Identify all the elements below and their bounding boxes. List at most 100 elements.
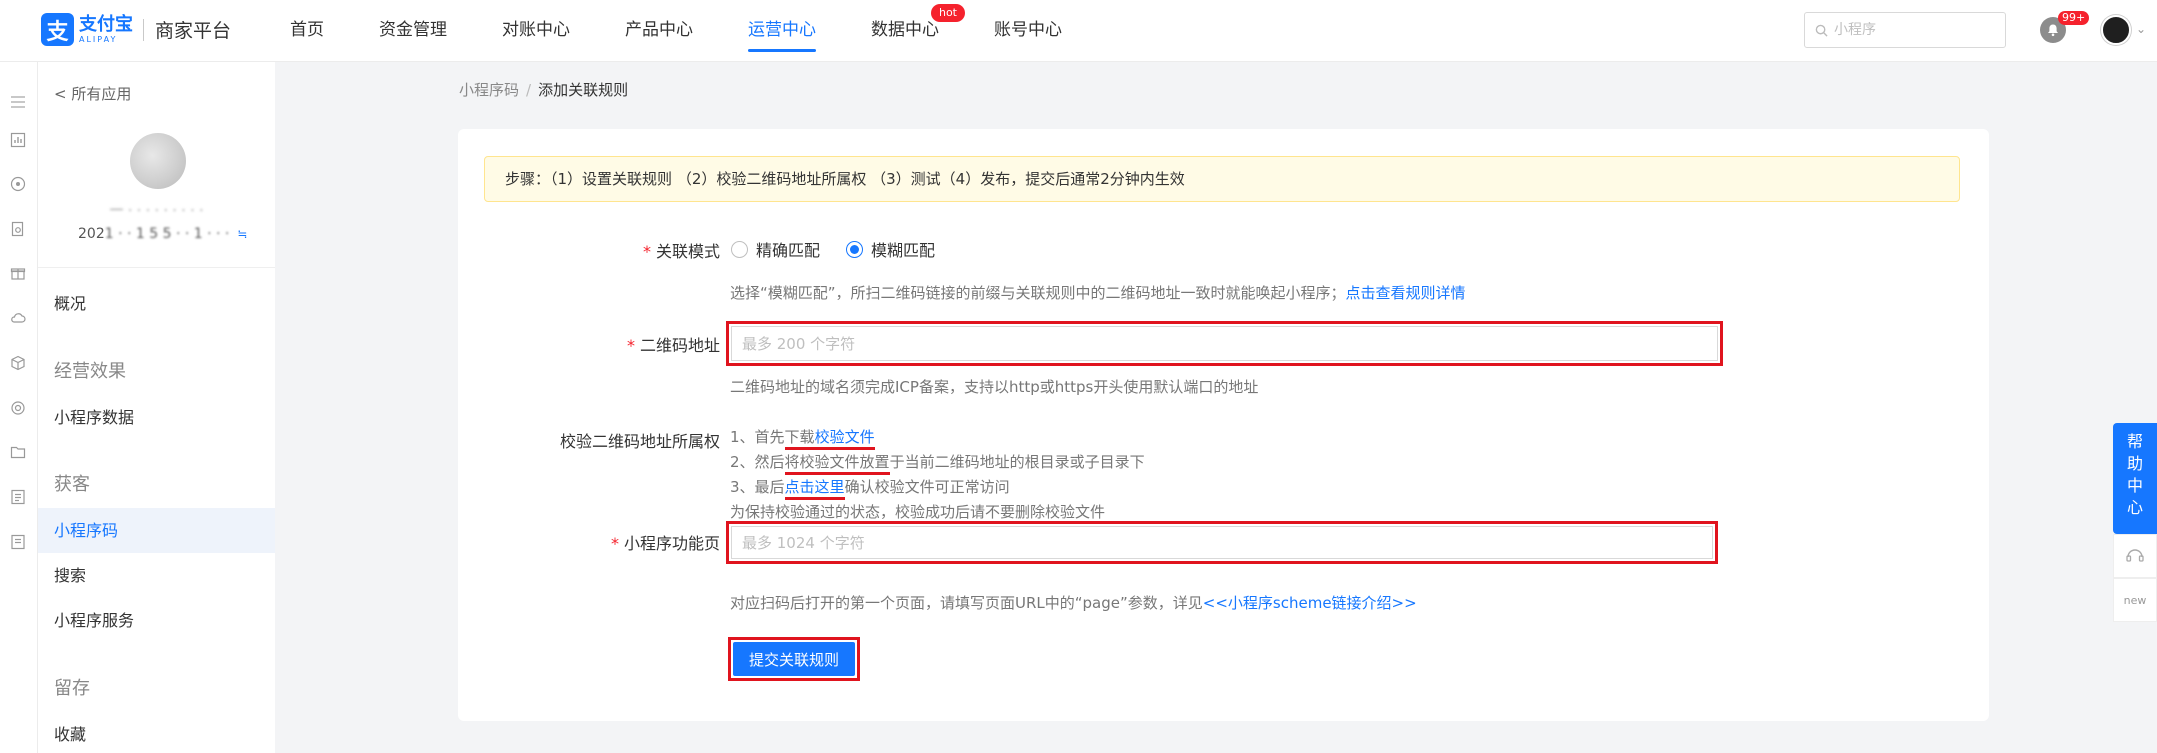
app-id: 2021 · · 1 5 5 · · 1 · · · ≒ [78, 226, 247, 242]
radio-exact-label[interactable]: 精确匹配 [756, 237, 820, 261]
verify-label: 校验二维码地址所属权 [559, 432, 720, 451]
sidebar-group-retention: 留存 [54, 678, 90, 699]
help-center-button[interactable]: 帮 助 中 心 [2113, 423, 2157, 534]
cube-icon[interactable] [10, 355, 26, 371]
radio-fuzzy-label[interactable]: 模糊匹配 [871, 237, 935, 261]
page-url-highlight [726, 521, 1718, 564]
nav-item-products[interactable]: 产品中心 [625, 0, 693, 62]
verify-steps: 1、首先下载校验文件 2、然后将校验文件放置于当前二维码地址的根目录或子目录下 … [730, 425, 1145, 525]
logo-name-cn: 支付宝 [79, 13, 133, 35]
nav-item-home[interactable]: 首页 [290, 0, 324, 62]
top-search-input[interactable] [1834, 22, 1994, 38]
chart-icon[interactable] [10, 132, 26, 148]
rule-details-link[interactable]: 点击查看规则详情 [1346, 284, 1466, 302]
nav-item-data-label: 数据中心 [871, 20, 939, 40]
mode-label-text: 关联模式 [655, 242, 720, 261]
radio-exact-match[interactable] [731, 240, 748, 258]
submit-highlight: 提交关联规则 [728, 637, 861, 681]
page-url-input[interactable] [731, 526, 1713, 559]
qr-url-input[interactable] [731, 326, 1718, 361]
sidebar-item-favorites[interactable]: 收藏 [38, 712, 275, 753]
app-name: 一 · · · · · · · · · [109, 203, 204, 219]
nav-item-funds[interactable]: 资金管理 [379, 0, 447, 62]
verify-step-1-pre: 1、首先 [730, 428, 785, 446]
sidebar-group-performance: 经营效果 [54, 361, 126, 382]
gift-icon[interactable] [10, 265, 26, 281]
nav-item-operations[interactable]: 运营中心 [748, 0, 816, 62]
click-here-link[interactable]: 点击这里 [784, 478, 845, 500]
required-mark: * [626, 336, 635, 355]
mode-help-text: 选择“模糊匹配”，所扫二维码链接的前缀与关联规则中的二维码地址一致时就能唤起小程… [730, 284, 1346, 302]
cloud-icon[interactable] [10, 310, 26, 326]
list-icon[interactable] [10, 489, 26, 505]
mode-help: 选择“模糊匹配”，所扫二维码链接的前缀与关联规则中的二维码地址一致时就能唤起小程… [730, 282, 1466, 303]
qr-url-highlight [726, 321, 1723, 366]
whats-new-button[interactable]: new [2113, 578, 2157, 622]
target-icon[interactable] [10, 400, 26, 416]
mode-radio-group: 精确匹配 模糊匹配 [731, 237, 961, 261]
menu-icon[interactable] [10, 94, 26, 110]
help-char: 心 [2126, 498, 2143, 517]
required-mark: * [642, 242, 651, 261]
download-text: 下载 [784, 428, 815, 446]
page-label: * 小程序功能页 [458, 530, 720, 554]
sidebar-item-miniapp-service[interactable]: 小程序服务 [38, 598, 275, 643]
verify-file-link[interactable]: 校验文件 [815, 428, 875, 446]
verify-step-2: 2、然后将校验文件放置于当前二维码地址的根目录或子目录下 [730, 450, 1145, 475]
page-label-text: 小程序功能页 [623, 534, 720, 553]
app-avatar [130, 133, 186, 189]
sidebar-group-acquisition: 获客 [54, 474, 90, 495]
qr-url-label: * 二维码地址 [458, 332, 720, 356]
verify-step-3: 3、最后点击这里确认校验文件可正常访问 [730, 475, 1145, 500]
sidebar: < 所有应用 一 · · · · · · · · · 2021 · · 1 5 … [38, 62, 275, 753]
scheme-intro-link[interactable]: <<小程序scheme链接介绍>> [1203, 594, 1417, 612]
breadcrumb-parent[interactable]: 小程序码 [459, 81, 519, 99]
sidebar-item-search[interactable]: 搜索 [38, 553, 275, 598]
verify-step-3-post: 确认校验文件可正常访问 [844, 478, 1010, 496]
qr-url-label-text: 二维码地址 [639, 336, 720, 355]
qr-url-help: 二维码地址的域名须完成ICP备案，支持以http或https开头使用默认端口的地… [730, 378, 1259, 396]
user-avatar[interactable] [2101, 15, 2131, 45]
breadcrumb-current: 添加关联规则 [538, 81, 629, 99]
radio-fuzzy-match[interactable] [846, 240, 864, 258]
alipay-logo-icon: 支 [41, 13, 74, 46]
notes-icon[interactable] [10, 534, 26, 550]
required-mark: * [610, 534, 619, 553]
page-help: 对应扫码后打开的第一个页面，请填写页面URL中的“page”参数，详见<<小程序… [730, 592, 1417, 613]
verify-step-1: 1、首先下载校验文件 [730, 425, 1145, 450]
main-nav: 首页 资金管理 对账中心 产品中心 运营中心 数据中心 hot 账号中心 [290, 0, 1117, 62]
help-char: 助 [2126, 454, 2143, 473]
app-id-prefix: 202 [78, 226, 105, 242]
form-card: 步骤：（1）设置关联规则 （2）校验二维码地址所属权 （3）测试（4）发布，提交… [458, 129, 1989, 721]
new-icon: new [2123, 593, 2147, 607]
sidebar-item-miniapp-data[interactable]: 小程序数据 [38, 395, 275, 440]
download-verify-file-link[interactable]: 下载校验文件 [784, 428, 875, 450]
compass-icon[interactable] [10, 176, 26, 192]
nav-item-account[interactable]: 账号中心 [994, 0, 1062, 62]
folder-icon[interactable] [10, 444, 26, 460]
verify-step-2-pre: 2、然后 [730, 453, 785, 471]
submit-rule-button[interactable]: 提交关联规则 [733, 642, 856, 676]
customer-service-icon[interactable] [2113, 534, 2157, 578]
verify-step-2-highlight: 将校验文件放置 [784, 453, 890, 475]
copy-icon[interactable]: ≒ [237, 227, 247, 241]
hot-badge: hot [930, 4, 965, 22]
sidebar-item-overview[interactable]: 概况 [38, 281, 275, 326]
page-help-text: 对应扫码后打开的第一个页面，请填写页面URL中的“page”参数，详见 [730, 594, 1203, 612]
steps-alert: 步骤：（1）设置关联规则 （2）校验二维码地址所属权 （3）测试（4）发布，提交… [484, 156, 1960, 202]
verify-step-2-post: 于当前二维码地址的根目录或子目录下 [889, 453, 1145, 471]
nav-item-data[interactable]: 数据中心 hot [871, 0, 965, 62]
sidebar-item-miniapp-code[interactable]: 小程序码 [38, 508, 275, 553]
chevron-down-icon[interactable]: ⌄ [2136, 22, 2146, 36]
nav-item-reconciliation[interactable]: 对账中心 [502, 0, 570, 62]
breadcrumb-separator: / [526, 81, 532, 99]
logo-text: 支付宝 ALIPAY [79, 13, 133, 44]
document-search-icon[interactable] [10, 221, 26, 237]
breadcrumb: 小程序码 / 添加关联规则 [459, 79, 628, 100]
top-search-box [1804, 12, 2006, 48]
search-icon [1815, 24, 1828, 37]
alipay-logo[interactable]: 支 支付宝 ALIPAY 商家平台 [41, 13, 231, 46]
logo-name-en: ALIPAY [79, 34, 118, 44]
notification-count-badge: 99+ [2058, 11, 2090, 25]
back-to-all-apps-link[interactable]: < 所有应用 [54, 83, 131, 104]
